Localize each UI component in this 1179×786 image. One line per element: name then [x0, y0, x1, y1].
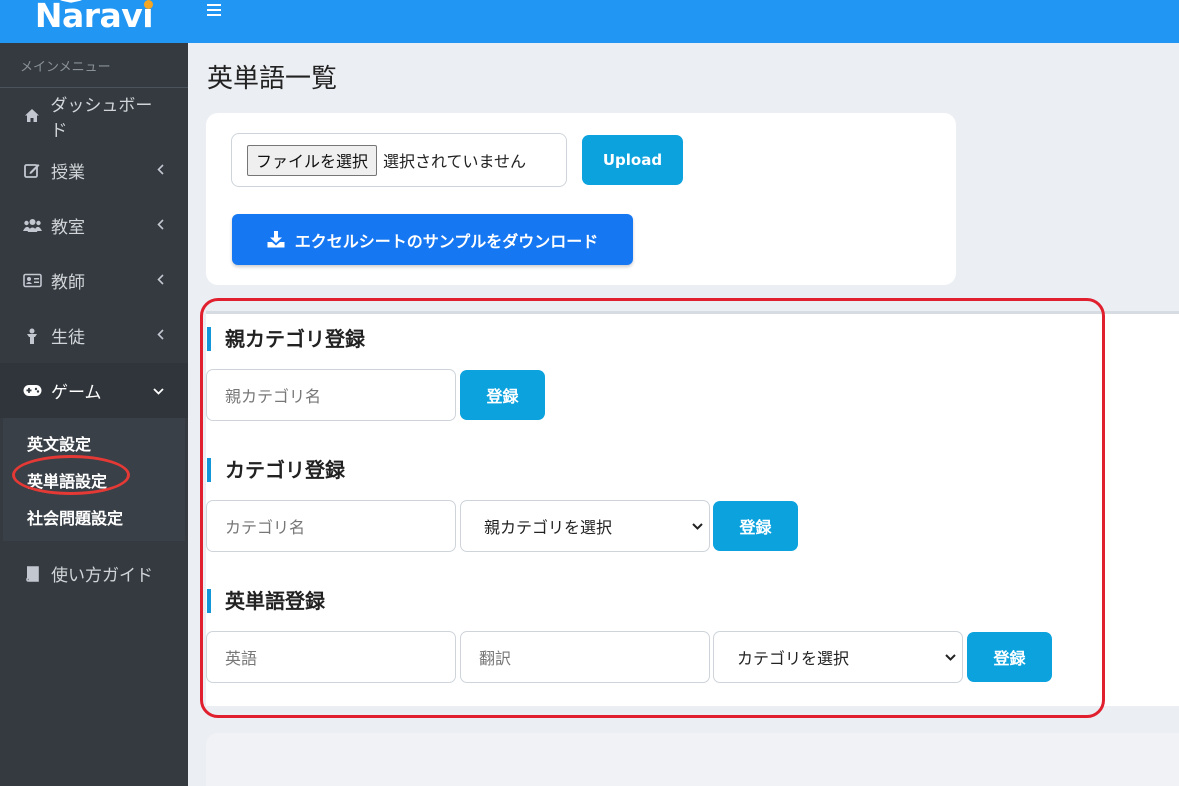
sidebar-item-label: 授業 [51, 163, 85, 183]
word-title: 英単語登録 [207, 589, 325, 613]
parent-category-name-input[interactable]: 親カテゴリ名 [206, 369, 456, 421]
home-icon [22, 107, 41, 125]
category-name-input[interactable]: カテゴリ名 [206, 500, 456, 552]
parent-category-select[interactable]: 親カテゴリを選択 [460, 500, 710, 552]
menu-header: メインメニュー [0, 43, 188, 88]
top-navbar [188, 0, 1179, 43]
sidebar-item-students[interactable]: 生徒 [0, 308, 188, 363]
brand-dot-icon [144, 0, 153, 9]
chevron-left-icon [157, 218, 164, 234]
chevron-down-icon [944, 649, 957, 668]
translation-input[interactable]: 翻訳 [460, 631, 710, 683]
upload-button[interactable]: Upload [582, 135, 683, 185]
parent-category-submit-button[interactable]: 登録 [460, 370, 545, 420]
sidebar-item-label: ダッシュボード [50, 95, 153, 141]
download-sample-label: エクセルシートのサンプルをダウンロード [294, 231, 599, 251]
word-submit-button[interactable]: 登録 [967, 632, 1052, 682]
chevron-left-icon [157, 328, 164, 344]
edit-icon [22, 162, 42, 180]
file-status: 選択されていません [383, 152, 527, 171]
sidebar-item-classrooms[interactable]: 教室 [0, 198, 188, 253]
chevron-down-icon [153, 383, 164, 399]
brand-name: Naravi [34, 0, 154, 35]
sidebar-item-label: 生徒 [51, 328, 85, 348]
sidebar-item-dashboard[interactable]: ダッシュボード [0, 88, 188, 143]
sidebar-subitem-sentence-settings[interactable]: 英文設定 [3, 424, 185, 461]
highlight-circle [12, 455, 130, 495]
download-sample-button[interactable]: エクセルシートのサンプルをダウンロード [232, 214, 633, 265]
parent-category-title: 親カテゴリ登録 [207, 327, 365, 351]
parent-category-select-value: 親カテゴリを選択 [484, 518, 613, 537]
category-select-value: カテゴリを選択 [737, 649, 850, 668]
sidebar: Naravi メインメニュー ダッシュボード 授業 教室 教師 生徒 ゲーム 英… [0, 0, 188, 786]
sidebar-subitem-social-settings[interactable]: 社会問題設定 [3, 498, 185, 535]
page-title: 英単語一覧 [207, 64, 338, 94]
sidebar-item-guide[interactable]: 使い方ガイド [0, 546, 188, 601]
chevron-down-icon [691, 518, 704, 537]
hamburger-menu-icon[interactable] [207, 4, 221, 19]
choose-file-button[interactable]: ファイルを選択 [247, 144, 378, 176]
sidebar-item-game[interactable]: ゲーム [0, 363, 188, 418]
english-word-input[interactable]: 英語 [206, 631, 456, 683]
sidebar-item-label: 使い方ガイド [51, 566, 153, 586]
file-input[interactable]: ファイルを選択 選択されていません [231, 133, 567, 187]
users-icon [22, 217, 42, 235]
upload-card: ファイルを選択 選択されていません Upload エクセルシートのサンプルをダウ… [206, 113, 956, 285]
student-icon [22, 327, 42, 345]
id-card-icon [22, 272, 42, 290]
word-list-card [206, 733, 1179, 786]
brand-logo[interactable]: Naravi [0, 0, 188, 43]
category-submit-button[interactable]: 登録 [713, 501, 798, 551]
chevron-left-icon [157, 163, 164, 179]
sidebar-item-teachers[interactable]: 教師 [0, 253, 188, 308]
book-icon [22, 565, 42, 583]
sidebar-item-label: 教室 [51, 218, 85, 238]
category-select[interactable]: カテゴリを選択 [713, 631, 963, 683]
gamepad-icon [22, 382, 42, 400]
chevron-left-icon [157, 273, 164, 289]
sidebar-item-label: 教師 [51, 273, 85, 293]
category-title: カテゴリ登録 [207, 458, 345, 482]
sidebar-item-lessons[interactable]: 授業 [0, 143, 188, 198]
download-icon [267, 231, 285, 248]
sidebar-item-label: ゲーム [51, 383, 102, 403]
